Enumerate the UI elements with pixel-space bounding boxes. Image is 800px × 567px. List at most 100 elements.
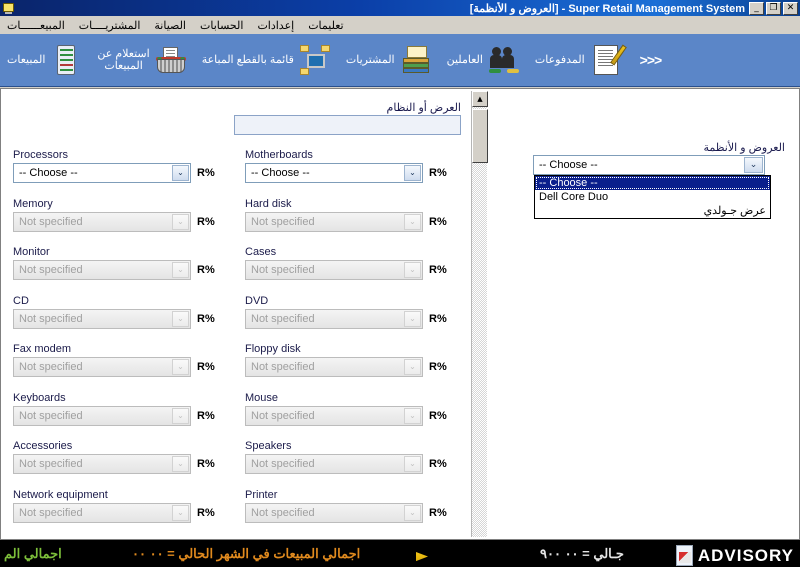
ticker-text-orange: اجمالي المبيعات في الشهر الحالي = ٠٠ ٠٠ <box>132 546 361 561</box>
scroll-up-button[interactable]: ▲ <box>472 91 488 107</box>
window-controls: _ ❐ ✕ <box>749 1 800 15</box>
menu-sales[interactable]: المبيعــــــات <box>0 18 72 33</box>
systems-dropdown-option[interactable]: Dell Core Duo <box>535 190 770 204</box>
chevron-up-icon: ▲ <box>477 95 483 103</box>
discount-percent-label: R% <box>197 506 215 519</box>
chevron-down-icon[interactable]: ⌄ <box>404 165 421 181</box>
discount-percent-label: R% <box>429 264 447 276</box>
field-dropdown: Not specified ⌄ <box>245 405 423 426</box>
field-label: CD <box>13 294 29 307</box>
discount-percent-label: R% <box>429 409 447 422</box>
field-dropdown: Not specified ⌄ <box>245 260 423 280</box>
toolbar-label-payments: المدفوعات <box>534 54 585 66</box>
minimize-button[interactable]: _ <box>749 1 764 15</box>
field-cd: CD Not specified ⌄ R% <box>13 295 233 331</box>
toolbar-label-sales: المبيعات <box>7 54 46 66</box>
discount-percent-label: R% <box>197 361 215 373</box>
books-icon <box>399 43 433 77</box>
toolbar-overflow-button[interactable]: <<< <box>630 52 672 68</box>
restore-button[interactable]: ❐ <box>766 1 781 15</box>
field-network-equipment: Network equipment Not specified ⌄ R% <box>13 489 233 525</box>
menu-settings[interactable]: إعدادات <box>250 18 301 33</box>
offer-name-input[interactable] <box>234 115 461 135</box>
toolbar-item-sales-inquiry[interactable]: استعلام عن المبيعات <box>90 34 194 86</box>
systems-dropdown-option[interactable]: -- Choose -- <box>535 176 770 190</box>
discount-percent-label: R% <box>197 312 215 325</box>
field-label: Printer <box>245 488 278 501</box>
close-icon: ✕ <box>786 2 795 13</box>
field-keyboards: Keyboards Not specified ⌄ R% <box>13 392 233 428</box>
menu-bar: المبيعــــــات المشتريــــات الصيانة الح… <box>0 16 800 34</box>
field-label: Hard disk <box>245 197 292 210</box>
notepad-pencil-icon <box>589 43 627 77</box>
field-label: Memory <box>13 197 53 210</box>
field-dropdown-value: Not specified <box>19 312 83 325</box>
field-dropdown: Not specified ⌄ <box>245 308 423 329</box>
form-vertical-scrollbar[interactable]: ▲ <box>471 91 488 537</box>
systems-dropdown-label: العروض و الأنظمة <box>703 142 786 154</box>
discount-percent-label: R% <box>429 361 447 373</box>
systems-panel: العروض و الأنظمة -- Choose -- ⌄ -- Choos… <box>489 91 797 537</box>
chevron-down-icon: ⌄ <box>172 262 189 278</box>
field-dropdown[interactable]: -- Choose -- ⌄ <box>245 163 423 183</box>
toolbar-item-purchases[interactable]: المشتريات <box>339 34 440 86</box>
field-dropdown[interactable]: -- Choose -- ⌄ <box>13 163 191 183</box>
field-label: DVD <box>245 294 269 307</box>
minimize-icon: _ <box>754 2 759 13</box>
menu-maintenance[interactable]: الصيانة <box>147 18 193 33</box>
field-label: Monitor <box>13 246 50 258</box>
toolbar-item-payments[interactable]: المدفوعات <box>528 34 630 86</box>
chevron-down-icon: ⌄ <box>404 213 421 230</box>
field-accessories: Accessories Not specified ⌄ R% <box>13 440 233 476</box>
discount-percent-label: R% <box>197 167 215 179</box>
field-dropdown-value: Not specified <box>251 312 315 325</box>
field-row: Not specified ⌄ R% <box>13 405 233 426</box>
field-row: -- Choose -- ⌄ R% <box>245 163 465 183</box>
systems-dropdown-list[interactable]: -- Choose -- Dell Core Duo عرض جـولدي <box>534 175 771 219</box>
field-row: Not specified ⌄ R% <box>13 502 233 523</box>
chevron-down-icon[interactable]: ⌄ <box>172 165 189 181</box>
close-button[interactable]: ✕ <box>783 1 798 15</box>
discount-percent-label: R% <box>197 264 215 276</box>
field-row: Not specified ⌄ R% <box>245 502 465 523</box>
discount-percent-label: R% <box>197 409 215 422</box>
menu-accounts[interactable]: الحسابات <box>193 18 250 33</box>
people-icon <box>487 43 521 77</box>
field-dropdown-value: Not specified <box>19 409 83 422</box>
chevron-down-icon: ⌄ <box>404 310 421 327</box>
field-row: Not specified ⌄ R% <box>245 308 465 329</box>
components-form-pane: العرض أو النظام Processors -- Choose -- ⌄ R… <box>3 91 469 537</box>
field-monitor: Monitor Not specified ⌄ R% <box>13 246 233 282</box>
menu-purchases[interactable]: المشتريــــات <box>72 18 148 33</box>
field-row: Not specified ⌄ R% <box>13 211 233 232</box>
discount-percent-label: R% <box>429 506 447 519</box>
chevron-down-icon: ⌄ <box>404 456 421 472</box>
field-label: Cases <box>245 246 277 258</box>
field-printer: Printer Not specified ⌄ R% <box>245 489 465 525</box>
toolbar-label-sales-inquiry: استعلام عن المبيعات <box>97 48 150 72</box>
field-row: Not specified ⌄ R% <box>245 405 465 426</box>
toolbar-item-employees[interactable]: العاملين <box>440 34 528 86</box>
menu-help[interactable]: تعليمات <box>301 18 350 33</box>
toolbar-item-sold-parts-list[interactable]: قائمة بالقطع المباعة <box>195 34 339 86</box>
field-dropdown-value: Not specified <box>251 215 315 228</box>
restore-icon: ❐ <box>769 2 778 13</box>
advisory-label: ADVISORY <box>697 545 794 565</box>
chevron-down-icon[interactable]: ⌄ <box>744 157 763 173</box>
offer-name-label: العرض أو النظام <box>386 102 461 114</box>
field-speakers: Speakers Not specified ⌄ R% <box>245 440 465 476</box>
field-mouse: Mouse Not specified ⌄ R% <box>245 392 465 428</box>
systems-dropdown[interactable]: -- Choose -- ⌄ <box>533 155 765 175</box>
toolbar-item-sales[interactable]: المبيعات <box>0 34 90 86</box>
scrollbar-thumb[interactable] <box>472 109 488 163</box>
systems-dropdown-option[interactable]: عرض جـولدي <box>535 204 770 218</box>
field-dropdown-value: Not specified <box>251 458 315 470</box>
discount-percent-label: R% <box>429 458 447 470</box>
field-label: Network equipment <box>13 488 108 501</box>
field-label: Speakers <box>245 440 292 452</box>
field-fax-modem: Fax modem Not specified ⌄ R% <box>13 343 233 379</box>
field-dropdown: Not specified ⌄ <box>13 211 191 232</box>
field-dropdown: Not specified ⌄ <box>245 454 423 474</box>
window-title: Super Retail Management System - [العروض… <box>469 2 745 15</box>
field-processors: Processors -- Choose -- ⌄ R% <box>13 149 233 185</box>
